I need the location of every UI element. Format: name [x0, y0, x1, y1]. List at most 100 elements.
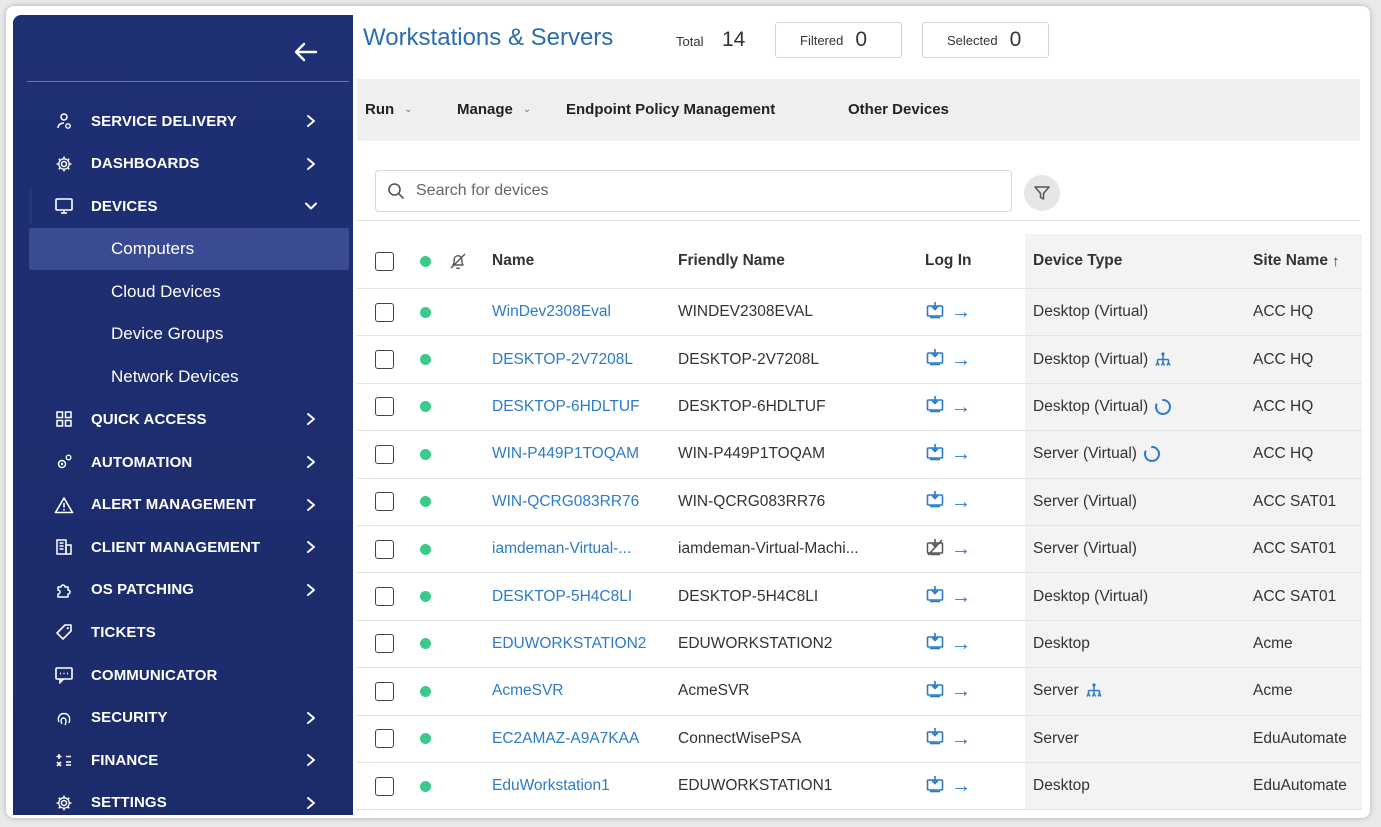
device-type: Desktop	[1033, 777, 1090, 795]
arrow-right-icon[interactable]: →	[951, 587, 971, 607]
device-name-link[interactable]: DESKTOP-5H4C8LI	[492, 573, 632, 619]
remote-login-icon[interactable]	[925, 394, 945, 419]
device-name-link[interactable]: EDUWORKSTATION2	[492, 621, 646, 667]
sidebar-subitem-device-groups[interactable]: Device Groups	[13, 313, 353, 356]
sidebar-item-quick-access[interactable]: QUICK ACCESS	[13, 398, 353, 441]
column-header-device-type[interactable]: Device Type	[1033, 234, 1122, 288]
device-name-link[interactable]: WIN-P449P1TOQAM	[492, 431, 639, 477]
table-row[interactable]: DESKTOP-6HDLTUF DESKTOP-6HDLTUF → Desktop (…	[357, 383, 1362, 432]
sidebar-item-automation[interactable]: AUTOMATION	[13, 441, 353, 484]
remote-login-icon[interactable]	[925, 631, 945, 656]
table-row[interactable]: EduWorkstation1 EDUWORKSTATION1 → Desktop Ed…	[357, 762, 1362, 811]
arrow-right-icon[interactable]: →	[951, 302, 971, 322]
remote-login-icon[interactable]	[925, 300, 945, 325]
device-name-link[interactable]: iamdeman-Virtual-...	[492, 526, 631, 572]
device-name-link[interactable]: AcmeSVR	[492, 668, 564, 714]
arrow-right-icon[interactable]: →	[951, 776, 971, 796]
filtered-label: Filtered	[800, 32, 844, 48]
sidebar-subitem-computers[interactable]: Computers	[29, 227, 349, 271]
sidebar-item-security[interactable]: SECURITY	[13, 696, 353, 739]
table-row[interactable]: DESKTOP-2V7208L DESKTOP-2V7208L → Desktop (…	[357, 336, 1362, 384]
remote-login-icon[interactable]	[925, 679, 945, 704]
row-checkbox[interactable]	[375, 444, 394, 464]
building-icon	[53, 536, 75, 558]
online-status-indicator	[420, 448, 431, 460]
remote-login-icon[interactable]	[925, 584, 945, 609]
table-row[interactable]: EC2AMAZ-A9A7KAA ConnectWisePSA → Server EduA…	[357, 715, 1362, 763]
table-header: Name Friendly Name Log In Device Type Si…	[357, 234, 1362, 289]
row-checkbox[interactable]	[375, 681, 394, 701]
selected-count-box[interactable]: Selected 0	[922, 22, 1049, 58]
remote-login-icon[interactable]	[925, 726, 945, 751]
filtered-count-box[interactable]: Filtered 0	[775, 22, 902, 58]
sidebar-item-alert-management[interactable]: ALERT MANAGEMENT	[13, 483, 353, 526]
site-name: ACC HQ	[1253, 445, 1314, 463]
filter-button[interactable]	[1024, 175, 1060, 211]
table-row[interactable]: AcmeSVR AcmeSVR → Server Acme	[357, 668, 1362, 716]
column-header-site-name[interactable]: Site Name ↑	[1253, 234, 1339, 288]
site-name: ACC HQ	[1253, 303, 1314, 321]
table-row[interactable]: DESKTOP-5H4C8LI DESKTOP-5H4C8LI → Desktop (…	[357, 573, 1362, 621]
device-name-link[interactable]: DESKTOP-6HDLTUF	[492, 384, 640, 430]
table-row[interactable]: WIN-P449P1TOQAM WIN-P449P1TOQAM → Server (V…	[357, 431, 1362, 479]
row-checkbox[interactable]	[375, 776, 394, 796]
alerts-column-header[interactable]	[448, 234, 468, 288]
sidebar-item-service-delivery[interactable]: SERVICE DELIVERY	[13, 100, 353, 143]
device-name-link[interactable]: EduWorkstation1	[492, 763, 610, 809]
row-checkbox[interactable]	[375, 492, 394, 512]
remote-login-icon[interactable]	[925, 774, 945, 799]
run-menu[interactable]: Run ⌄	[365, 101, 413, 118]
sidebar-item-finance[interactable]: FINANCE	[13, 739, 353, 782]
select-all-checkbox[interactable]	[375, 251, 394, 271]
column-header-friendly-name[interactable]: Friendly Name	[678, 234, 785, 288]
device-name-link[interactable]: EC2AMAZ-A9A7KAA	[492, 716, 639, 762]
sidebar-item-tickets[interactable]: TICKETS	[13, 611, 353, 654]
arrow-right-icon[interactable]: →	[951, 539, 971, 559]
table-row[interactable]: iamdeman-Virtual-... iamdeman-Virtual-Mac…	[357, 525, 1362, 574]
remote-login-icon[interactable]	[925, 442, 945, 467]
chevron-right-icon	[301, 537, 321, 557]
column-header-log-in[interactable]: Log In	[925, 234, 972, 288]
sidebar-item-client-management[interactable]: CLIENT MANAGEMENT	[13, 526, 353, 569]
row-checkbox[interactable]	[375, 729, 394, 749]
row-checkbox[interactable]	[375, 397, 394, 417]
table-row[interactable]: WIN-QCRG083RR76 WIN-QCRG083RR76 → Server (V…	[357, 478, 1362, 526]
sidebar-item-devices[interactable]: DEVICES	[13, 185, 353, 228]
column-header-name[interactable]: Name	[492, 234, 534, 288]
sidebar-item-label: OS PATCHING	[91, 581, 195, 599]
arrow-right-icon[interactable]: →	[951, 444, 971, 464]
arrow-right-icon[interactable]: →	[951, 729, 971, 749]
row-checkbox[interactable]	[375, 350, 394, 370]
manage-menu[interactable]: Manage ⌄	[457, 101, 531, 118]
remote-login-disabled-icon[interactable]	[925, 537, 945, 562]
collapse-sidebar-button[interactable]	[289, 35, 323, 69]
sidebar-item-settings[interactable]: SETTINGS	[13, 782, 353, 819]
row-checkbox[interactable]	[375, 539, 394, 559]
row-checkbox[interactable]	[375, 634, 394, 654]
row-checkbox[interactable]	[375, 587, 394, 607]
arrow-right-icon[interactable]: →	[951, 350, 971, 370]
arrow-right-icon[interactable]: →	[951, 634, 971, 654]
search-input[interactable]	[416, 182, 976, 200]
table-row[interactable]: WinDev2308Eval WINDEV2308EVAL → Desktop (Vi…	[357, 289, 1362, 337]
device-name-link[interactable]: WinDev2308Eval	[492, 289, 611, 335]
device-name-link[interactable]: WIN-QCRG083RR76	[492, 479, 639, 525]
sidebar-subitem-cloud-devices[interactable]: Cloud Devices	[13, 270, 353, 313]
network-icon	[1085, 682, 1103, 700]
sidebar-item-dashboards[interactable]: DASHBOARDS	[13, 143, 353, 186]
row-checkbox[interactable]	[375, 302, 394, 322]
remote-login-icon[interactable]	[925, 347, 945, 372]
arrow-right-icon[interactable]: →	[951, 492, 971, 512]
device-name-link[interactable]: DESKTOP-2V7208L	[492, 336, 633, 382]
arrow-right-icon[interactable]: →	[951, 681, 971, 701]
table-row[interactable]: EDUWORKSTATION2 EDUWORKSTATION2 → Desktop Ac…	[357, 620, 1362, 669]
endpoint-policy-management-button[interactable]: Endpoint Policy Management	[566, 101, 775, 118]
filtered-count: 0	[855, 28, 868, 51]
sidebar-subitem-network-devices[interactable]: Network Devices	[13, 356, 353, 399]
other-devices-button[interactable]: Other Devices	[848, 101, 949, 118]
arrow-right-icon[interactable]: →	[951, 397, 971, 417]
remote-login-icon[interactable]	[925, 489, 945, 514]
sidebar-item-os-patching[interactable]: OS PATCHING	[13, 569, 353, 612]
selected-count: 0	[1009, 28, 1022, 51]
sidebar-item-communicator[interactable]: COMMUNICATOR	[13, 654, 353, 697]
